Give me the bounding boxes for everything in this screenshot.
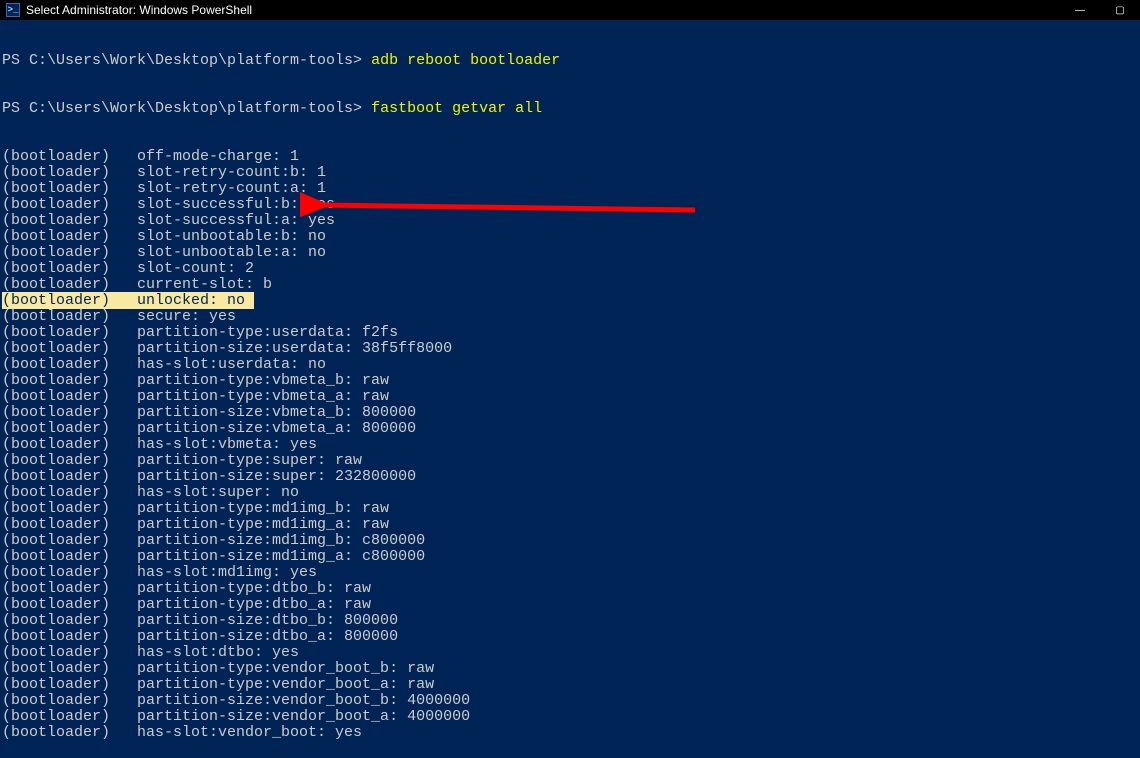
output-line: (bootloader) slot-retry-count:a: 1 — [2, 181, 1138, 197]
window-title: Select Administrator: Windows PowerShell — [26, 3, 252, 17]
output-line: (bootloader) slot-retry-count:b: 1 — [2, 165, 1138, 181]
output-line: (bootloader) slot-successful:a: yes — [2, 213, 1138, 229]
powershell-icon-glyph: >_ — [8, 6, 19, 15]
output-line: (bootloader) has-slot:super: no — [2, 485, 1138, 501]
output-line: (bootloader) partition-type:userdata: f2… — [2, 325, 1138, 341]
output-line: (bootloader) has-slot:vbmeta: yes — [2, 437, 1138, 453]
output-line: (bootloader) partition-size:vbmeta_a: 80… — [2, 421, 1138, 437]
output-line: (bootloader) partition-type:super: raw — [2, 453, 1138, 469]
command-1: adb reboot bootloader — [371, 52, 560, 69]
output-line: (bootloader) partition-type:vendor_boot_… — [2, 661, 1138, 677]
maximize-button[interactable]: ▢ — [1100, 0, 1140, 20]
prompt-1: PS C:\Users\Work\Desktop\platform-tools> — [2, 52, 371, 69]
output-line: (bootloader) partition-type:dtbo_b: raw — [2, 581, 1138, 597]
output-line: (bootloader) has-slot:userdata: no — [2, 357, 1138, 373]
output-line: (bootloader) has-slot:dtbo: yes — [2, 645, 1138, 661]
output-line: (bootloader) partition-type:vendor_boot_… — [2, 677, 1138, 693]
output-line: (bootloader) partition-size:userdata: 38… — [2, 341, 1138, 357]
output-line: (bootloader) partition-type:dtbo_a: raw — [2, 597, 1138, 613]
prompt-line-2: PS C:\Users\Work\Desktop\platform-tools>… — [2, 101, 1138, 117]
output-line: (bootloader) partition-type:md1img_b: ra… — [2, 501, 1138, 517]
output-line: (bootloader) partition-type:md1img_a: ra… — [2, 517, 1138, 533]
output-line: (bootloader) slot-successful:b: yes — [2, 197, 1138, 213]
terminal-output[interactable]: PS C:\Users\Work\Desktop\platform-tools>… — [0, 20, 1140, 758]
output-line: (bootloader) unlocked: no — [2, 293, 1138, 309]
output-line: (bootloader) partition-size:vbmeta_b: 80… — [2, 405, 1138, 421]
output-line: (bootloader) partition-size:md1img_b: c8… — [2, 533, 1138, 549]
output-line: (bootloader) partition-type:vbmeta_b: ra… — [2, 373, 1138, 389]
output-line: (bootloader) slot-unbootable:b: no — [2, 229, 1138, 245]
output-line: (bootloader) slot-unbootable:a: no — [2, 245, 1138, 261]
output-line: (bootloader) off-mode-charge: 1 — [2, 149, 1138, 165]
output-line: (bootloader) partition-size:vendor_boot_… — [2, 693, 1138, 709]
titlebar[interactable]: >_ Select Administrator: Windows PowerSh… — [0, 0, 1140, 20]
output-lines: (bootloader) off-mode-charge: 1(bootload… — [2, 149, 1138, 741]
output-line: (bootloader) has-slot:vendor_boot: yes — [2, 725, 1138, 741]
minimize-button[interactable]: — — [1060, 0, 1100, 20]
output-line: (bootloader) partition-size:md1img_a: c8… — [2, 549, 1138, 565]
output-line: (bootloader) partition-type:vbmeta_a: ra… — [2, 389, 1138, 405]
command-2: fastboot getvar all — [371, 100, 542, 117]
output-line: (bootloader) current-slot: b — [2, 277, 1138, 293]
output-line: (bootloader) slot-count: 2 — [2, 261, 1138, 277]
window-controls: — ▢ — [1060, 0, 1140, 20]
prompt-line-1: PS C:\Users\Work\Desktop\platform-tools>… — [2, 53, 1138, 69]
output-line: (bootloader) secure: yes — [2, 309, 1138, 325]
highlighted-line: (bootloader) unlocked: no — [2, 292, 254, 309]
output-line: (bootloader) has-slot:md1img: yes — [2, 565, 1138, 581]
output-line: (bootloader) partition-size:vendor_boot_… — [2, 709, 1138, 725]
powershell-icon: >_ — [6, 3, 20, 17]
output-line: (bootloader) partition-size:dtbo_b: 8000… — [2, 613, 1138, 629]
prompt-2: PS C:\Users\Work\Desktop\platform-tools> — [2, 100, 371, 117]
output-line: (bootloader) partition-size:super: 23280… — [2, 469, 1138, 485]
output-line: (bootloader) partition-size:dtbo_a: 8000… — [2, 629, 1138, 645]
